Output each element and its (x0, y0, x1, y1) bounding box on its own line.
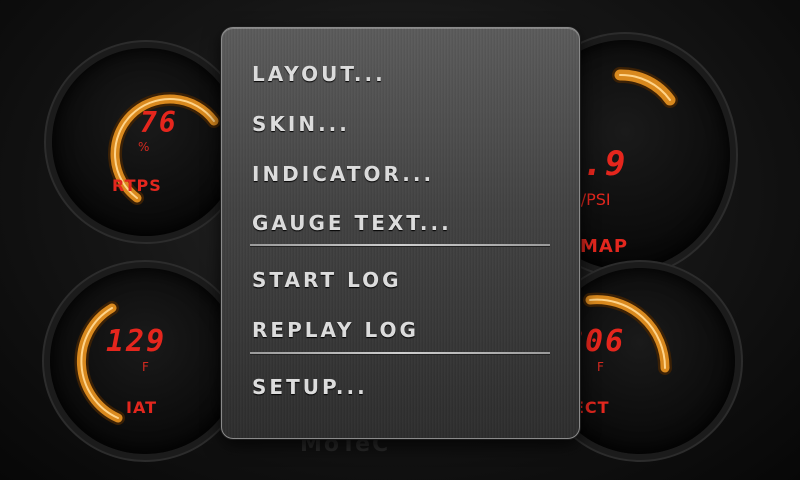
menu-item-layout[interactable]: LAYOUT... (252, 62, 386, 86)
gauge-rtps-label: RTPS (112, 176, 162, 195)
gauge-iat-label: IAT (126, 398, 158, 417)
menu-item-gauge-text[interactable]: GAUGE TEXT... (252, 211, 452, 235)
gauge-rtps-value: 76 (140, 106, 178, 139)
gauge-iat-value: 129 (106, 324, 167, 359)
context-menu: LAYOUT... SKIN... INDICATOR... GAUGE TEX… (221, 27, 580, 439)
menu-item-skin[interactable]: SKIN... (252, 112, 350, 136)
gauge-rtps-unit: % (138, 140, 150, 154)
gauge-iat[interactable]: 129 F IAT (50, 268, 240, 454)
menu-item-indicator[interactable]: INDICATOR... (252, 162, 434, 186)
menu-item-setup[interactable]: SETUP... (252, 375, 368, 399)
menu-separator (250, 352, 550, 354)
menu-item-start-log[interactable]: START LOG (252, 268, 402, 292)
gauge-iat-unit: F (142, 360, 149, 374)
menu-separator (250, 244, 550, 246)
gauge-map-label: MAP (580, 236, 629, 257)
gauge-rtps[interactable]: 76 % RTPS (52, 48, 240, 236)
menu-item-replay-log[interactable]: REPLAY LOG (252, 318, 419, 342)
gauge-ect-unit: F (597, 360, 604, 374)
